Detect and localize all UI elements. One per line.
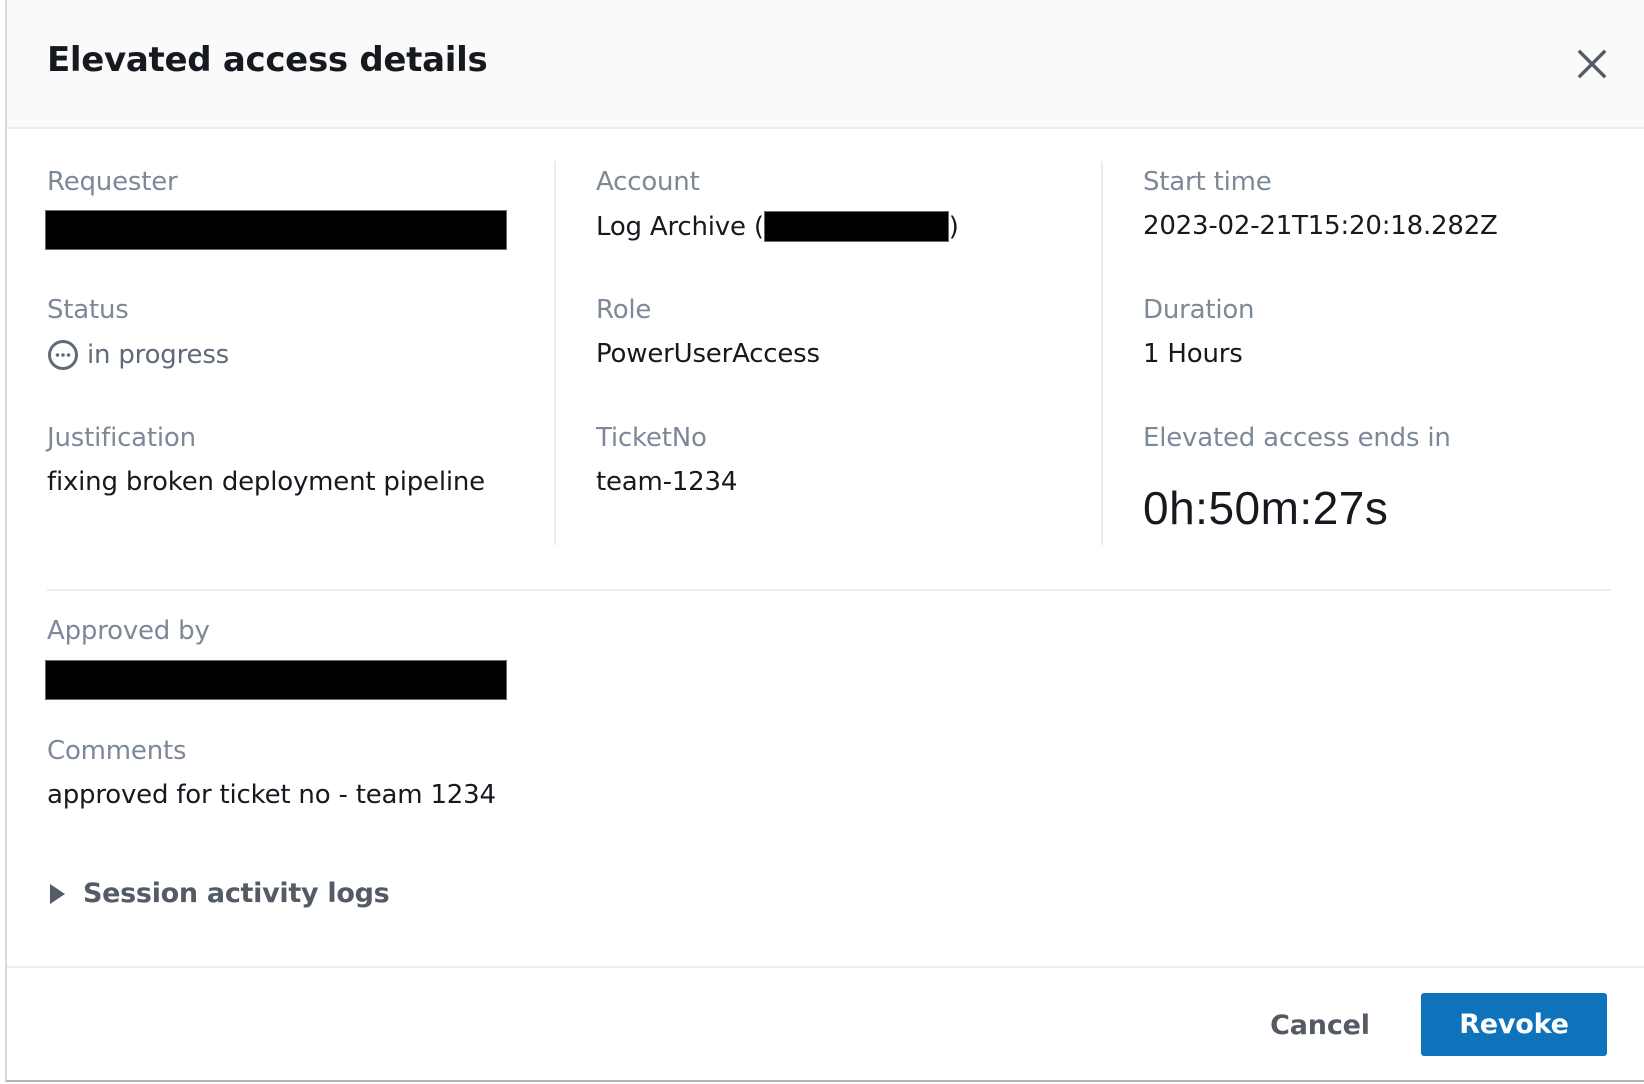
close-icon bbox=[1577, 49, 1607, 79]
comments-value: approved for ticket no - team 1234 bbox=[47, 780, 496, 810]
ticket-label: TicketNo bbox=[596, 423, 707, 453]
session-activity-logs-expander[interactable]: Session activity logs bbox=[47, 878, 390, 909]
column-divider bbox=[1101, 161, 1103, 545]
duration-value: 1 Hours bbox=[1143, 339, 1243, 369]
ticket-value: team-1234 bbox=[596, 467, 738, 497]
close-button[interactable] bbox=[1572, 44, 1612, 84]
section-divider bbox=[47, 589, 1611, 591]
account-suffix: ) bbox=[948, 211, 959, 242]
role-label: Role bbox=[596, 295, 652, 325]
role-value: PowerUserAccess bbox=[596, 339, 820, 369]
modal-header: Elevated access details bbox=[7, 0, 1644, 129]
ends-in-label: Elevated access ends in bbox=[1143, 423, 1451, 453]
duration-label: Duration bbox=[1143, 295, 1255, 325]
modal-title: Elevated access details bbox=[47, 40, 488, 80]
justification-value: fixing broken deployment pipeline bbox=[47, 467, 485, 497]
requester-label: Requester bbox=[47, 167, 178, 197]
footer-divider bbox=[7, 966, 1644, 968]
elevated-access-modal: Elevated access details Requester Status… bbox=[5, 0, 1644, 1082]
start-time-label: Start time bbox=[1143, 167, 1272, 197]
requester-value-redacted bbox=[45, 210, 507, 250]
status-in-progress-icon bbox=[48, 340, 78, 370]
account-label: Account bbox=[596, 167, 700, 197]
cancel-button[interactable]: Cancel bbox=[1245, 994, 1395, 1056]
justification-label: Justification bbox=[47, 423, 196, 453]
caret-right-icon bbox=[50, 883, 65, 904]
revoke-button[interactable]: Revoke bbox=[1421, 993, 1607, 1056]
account-id-redacted bbox=[763, 211, 949, 242]
column-divider bbox=[554, 161, 556, 545]
status-label: Status bbox=[47, 295, 129, 325]
account-value: Log Archive ( ) bbox=[596, 211, 959, 242]
comments-label: Comments bbox=[47, 736, 187, 766]
countdown-timer: 0h:50m:27s bbox=[1143, 482, 1389, 534]
session-activity-logs-label: Session activity logs bbox=[83, 878, 390, 909]
approved-by-value-redacted bbox=[45, 660, 507, 700]
approved-by-label: Approved by bbox=[47, 616, 210, 646]
account-name: Log Archive ( bbox=[596, 211, 764, 242]
start-time-value: 2023-02-21T15:20:18.282Z bbox=[1143, 211, 1498, 241]
status-indicator: in progress bbox=[47, 339, 229, 371]
status-value: in progress bbox=[87, 340, 230, 370]
